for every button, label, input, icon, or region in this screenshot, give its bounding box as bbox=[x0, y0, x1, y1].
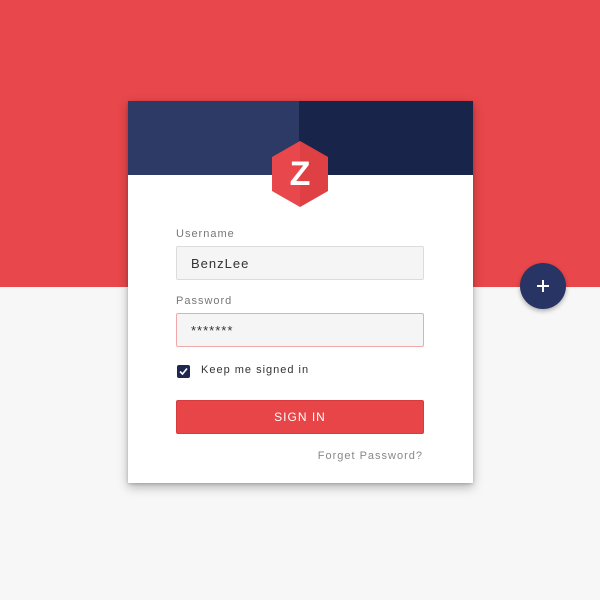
forgot-password-link[interactable]: Forget Password? bbox=[318, 450, 423, 462]
logo-letter: Z bbox=[289, 154, 311, 193]
remember-checkbox[interactable] bbox=[177, 365, 190, 378]
logo: Z bbox=[269, 139, 331, 209]
remember-label[interactable]: Keep me signed in bbox=[201, 364, 309, 376]
plus-icon bbox=[537, 280, 549, 292]
check-icon bbox=[179, 367, 188, 376]
add-button[interactable] bbox=[520, 263, 566, 309]
login-card: Z Username BenzLee Password ******* Keep… bbox=[128, 101, 473, 483]
sign-in-button[interactable]: SIGN IN bbox=[176, 400, 424, 434]
password-label: Password bbox=[176, 295, 233, 307]
username-label: Username bbox=[176, 228, 235, 240]
password-field[interactable]: ******* bbox=[176, 313, 424, 347]
username-field[interactable]: BenzLee bbox=[176, 246, 424, 280]
